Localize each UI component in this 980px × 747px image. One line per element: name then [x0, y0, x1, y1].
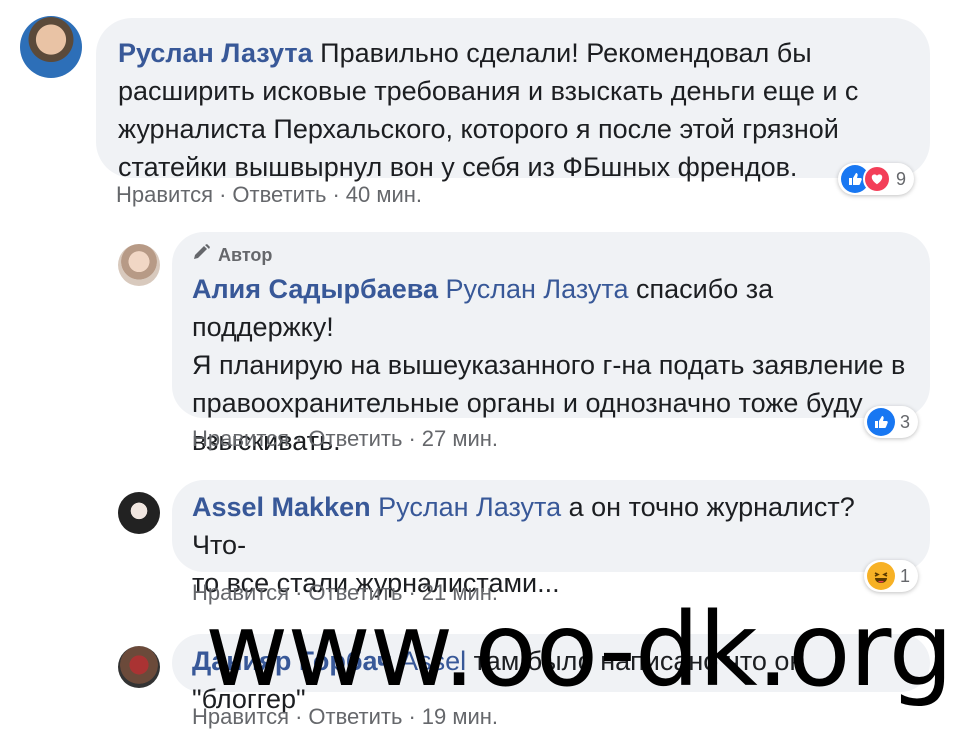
reply-link[interactable]: Ответить: [232, 182, 326, 207]
comment-bubble: Руслан Лазута Правильно сделали! Рекомен…: [96, 18, 930, 182]
comment-text: правоохранительные органы и однозначно т…: [192, 388, 863, 418]
timestamp[interactable]: 40 мин.: [346, 182, 422, 207]
comment-bubble: Assel Makken Руслан Лазута а он точно жу…: [172, 480, 930, 598]
reaction-summary[interactable]: 1: [864, 560, 919, 592]
comment-bubble: Автор Алия Садырбаева Руслан Лазута спас…: [172, 232, 930, 456]
comment-actions: Нравится · Ответить · 40 мин.: [116, 182, 423, 207]
haha-reaction-icon: [867, 562, 895, 590]
love-reaction-icon: [863, 165, 891, 193]
comment-author[interactable]: Алия Садырбаева: [192, 274, 438, 304]
comment-text: журналиста Перхальского, которого я посл…: [118, 114, 839, 144]
comment-text: Правильно сделали! Рекомендовал бы: [320, 38, 812, 68]
avatar[interactable]: [20, 16, 82, 78]
comment-author[interactable]: Assel Makken: [192, 492, 371, 522]
pencil-icon: [192, 243, 212, 267]
mention-link[interactable]: Руслан Лазута: [378, 492, 561, 522]
author-badge: Автор: [192, 240, 910, 270]
timestamp[interactable]: 27 мин.: [422, 426, 498, 451]
reaction-count: 1: [900, 565, 911, 586]
like-reaction-icon: [867, 408, 895, 436]
avatar[interactable]: [118, 646, 160, 688]
comment-text: статейки вышвырнул вон у себя из ФБшных …: [118, 152, 798, 182]
reaction-summary[interactable]: 3: [864, 406, 919, 438]
comment-author[interactable]: Руслан Лазута: [118, 38, 313, 68]
avatar[interactable]: [118, 244, 160, 286]
reaction-count: 9: [896, 168, 907, 189]
watermark: www.oo-dk.org: [205, 591, 953, 710]
reaction-count: 3: [900, 411, 911, 432]
comment-actions: Нравится · Ответить · 27 мин.: [192, 426, 499, 451]
comment-text: расширить исковые требования и взыскать …: [118, 76, 859, 106]
avatar[interactable]: [118, 492, 160, 534]
like-link[interactable]: Нравится: [192, 426, 289, 451]
comment-text: Я планирую на вышеуказанного г-на подать…: [192, 350, 906, 380]
reaction-summary[interactable]: 9: [838, 163, 915, 195]
reply-link[interactable]: Ответить: [308, 426, 402, 451]
like-link[interactable]: Нравится: [116, 182, 213, 207]
mention-link[interactable]: Руслан Лазута: [446, 274, 629, 304]
